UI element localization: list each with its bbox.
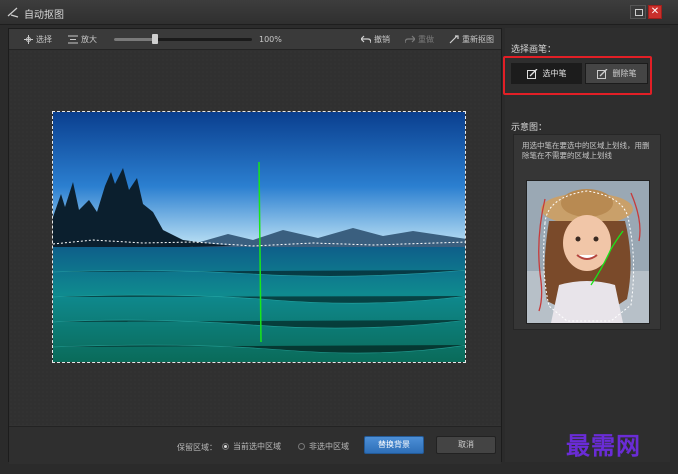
reset-button[interactable]: 重新抠图 <box>449 33 494 45</box>
redo-icon <box>405 35 415 43</box>
cancel-button[interactable]: 取消 <box>436 436 496 454</box>
zoom-slider-handle[interactable] <box>152 34 159 44</box>
redo-button[interactable]: 重做 <box>405 33 434 45</box>
zoom-slider-fill <box>114 38 156 41</box>
eraser-pen-icon <box>596 68 607 79</box>
undo-button[interactable]: 撤销 <box>361 33 390 45</box>
canvas-area[interactable] <box>9 50 501 425</box>
option-other-region[interactable]: 非选中区域 <box>298 441 349 452</box>
watermark-text: 最需网 <box>566 431 641 460</box>
editor-panel: 选择 放大 100% 撤销 重做 重新抠图 保留区域： 当前选中区域 非选中区域… <box>8 28 502 464</box>
zoom-value: 100% <box>259 34 282 44</box>
move-label: 选择 <box>36 34 52 44</box>
move-tool[interactable]: 选择 <box>24 33 52 45</box>
close-button[interactable]: ✕ <box>648 5 662 19</box>
zoom-slider[interactable] <box>114 34 252 44</box>
demo-illustration <box>527 181 649 323</box>
erase-brush-label: 删除笔 <box>612 69 637 78</box>
maximize-button[interactable] <box>630 5 646 19</box>
action-bar: 保留区域： 当前选中区域 非选中区域 替换背景 取消 <box>9 426 501 464</box>
radio-unselected-icon <box>298 443 305 450</box>
select-brush-label: 选中笔 <box>542 69 567 78</box>
lake-image <box>53 112 465 362</box>
option-other-label: 非选中区域 <box>309 442 349 451</box>
demo-description: 用选中笔在要选中的区域上划线，用删除笔在不需要的区域上划线 <box>522 141 650 160</box>
move-icon <box>24 34 33 44</box>
erase-brush-button[interactable]: 删除笔 <box>585 63 648 84</box>
keep-area-label: 保留区域： <box>177 443 217 452</box>
scissors-icon <box>7 7 19 18</box>
option-current-label: 当前选中区域 <box>233 442 281 451</box>
choose-brush-title: 选择画笔： <box>511 45 557 55</box>
redo-label: 重做 <box>418 34 434 44</box>
option-current-region[interactable]: 当前选中区域 <box>222 441 281 452</box>
undo-icon <box>361 35 371 43</box>
undo-label: 撤销 <box>374 34 390 44</box>
lake-photo[interactable] <box>52 111 466 363</box>
brush-reset-icon <box>449 34 459 43</box>
zoom-tool[interactable]: 放大 <box>68 33 97 45</box>
reset-label: 重新抠图 <box>462 34 494 44</box>
pen-icon <box>526 68 537 79</box>
demo-title: 示意图： <box>511 123 548 133</box>
window-title: 自动抠图 <box>24 10 64 21</box>
radio-selected-icon <box>222 443 229 450</box>
title-bar: 自动抠图 ✕ <box>0 0 678 25</box>
close-icon: ✕ <box>650 6 660 17</box>
demo-girl-image <box>526 180 650 324</box>
editor-toolbar: 选择 放大 100% 撤销 重做 重新抠图 <box>9 29 501 50</box>
replace-background-button[interactable]: 替换背景 <box>364 436 424 454</box>
zoom-label: 放大 <box>81 34 97 44</box>
demo-panel: 用选中笔在要选中的区域上划线，用删除笔在不需要的区域上划线 <box>513 134 661 330</box>
select-brush-button[interactable]: 选中笔 <box>511 63 582 84</box>
fit-icon <box>68 35 78 43</box>
